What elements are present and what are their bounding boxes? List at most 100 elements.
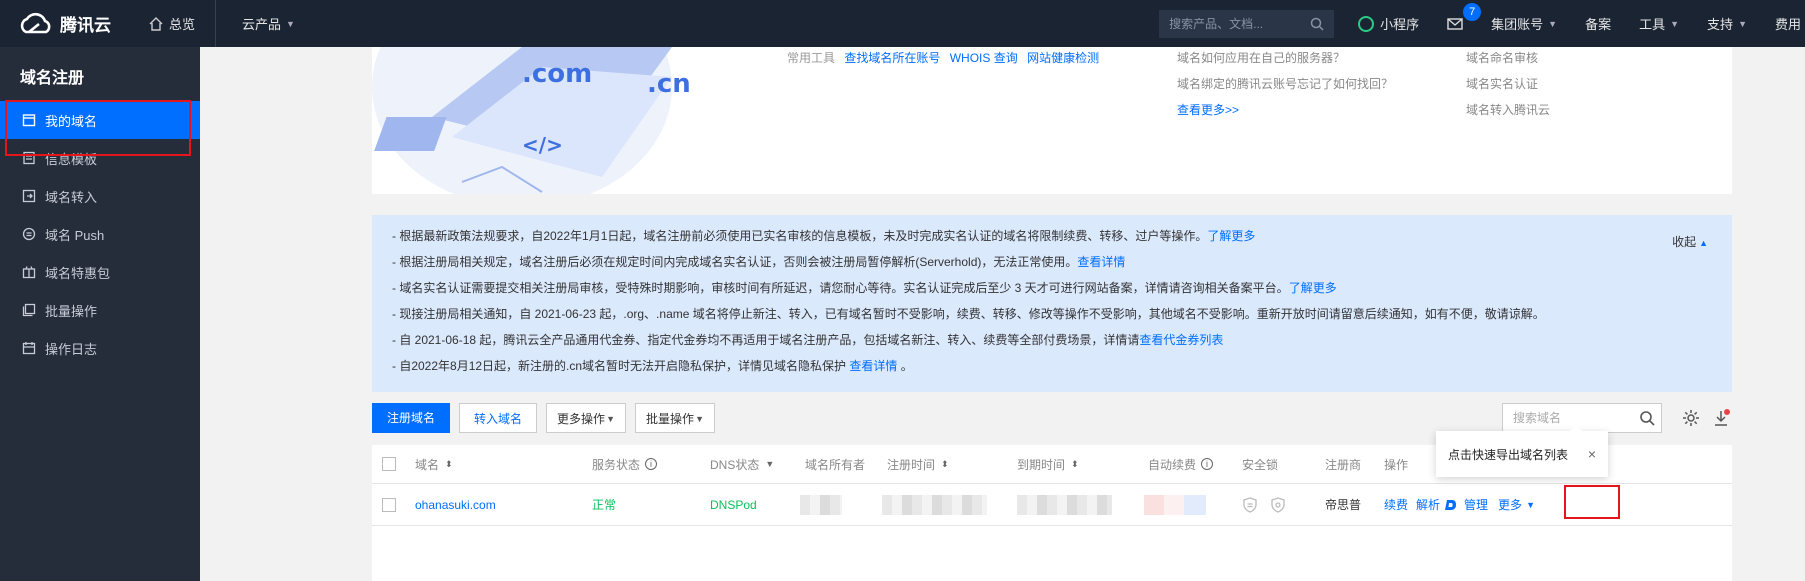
faq-item[interactable]: 域名命名审核 bbox=[1466, 47, 1550, 73]
domain-search-input[interactable]: 搜索域名 bbox=[1502, 403, 1662, 433]
filter-icon: ▼ bbox=[765, 459, 775, 469]
top-search-input[interactable]: 搜索产品、文档... bbox=[1159, 9, 1335, 38]
sidebar-item-label: 域名 Push bbox=[45, 227, 105, 243]
sidebar-item-transfer-in[interactable]: 域名转入 bbox=[0, 177, 200, 215]
batch-ops-label: 批量操作 bbox=[646, 412, 695, 426]
message-button[interactable]: 7 bbox=[1433, 0, 1482, 47]
faq-item[interactable]: 域名如何应用在自己的服务器？ bbox=[1177, 47, 1393, 73]
dns-text: DNSPod bbox=[710, 497, 757, 512]
record-link[interactable]: 备案 bbox=[1571, 0, 1625, 47]
faq-item[interactable]: 域名绑定的腾讯云账号忘记了如何找回？ bbox=[1177, 73, 1393, 99]
tool-find-domain-account[interactable]: 查找域名所在账号 bbox=[844, 51, 940, 65]
faq-list: 域名如何应用在自己的服务器？ 域名绑定的腾讯云账号忘记了如何找回？ 查看更多>> bbox=[1177, 47, 1393, 125]
faq-item[interactable]: 域名转入腾讯云 bbox=[1466, 99, 1550, 125]
sort-icon: ⬍ bbox=[941, 458, 949, 469]
domain-link[interactable]: ohanasuki.com bbox=[415, 498, 496, 512]
tooltip-text: 点击快速导出域名列表 bbox=[1448, 447, 1569, 462]
mail-icon bbox=[1447, 17, 1463, 30]
more-actions-label: 更多 bbox=[1498, 498, 1523, 512]
notice-link[interactable]: 了解更多 bbox=[1289, 281, 1337, 295]
renew-button[interactable]: 续费 bbox=[1384, 496, 1408, 513]
tools-menu[interactable]: 工具 ▼ bbox=[1625, 0, 1693, 47]
support-menu[interactable]: 支持 ▼ bbox=[1693, 0, 1761, 47]
sidebar-item-op-log[interactable]: 操作日志 bbox=[0, 329, 200, 367]
tool-site-health-check[interactable]: 网站健康检测 bbox=[1027, 51, 1099, 65]
sidebar-item-label: 操作日志 bbox=[45, 341, 98, 357]
fees-label: 费用 bbox=[1774, 17, 1801, 32]
download-button[interactable] bbox=[1712, 409, 1730, 427]
highlight-box-my-domains bbox=[5, 100, 191, 156]
home-icon bbox=[149, 16, 163, 31]
highlight-box-resolve bbox=[1564, 485, 1620, 519]
domain-illustration: .com .cn </> bbox=[372, 47, 691, 194]
notice-line: - 根据注册局相关规定，域名注册后必须在规定时间内完成域名实名认证，否则会被注册… bbox=[392, 249, 1712, 275]
notice-link[interactable]: 了解更多 bbox=[1207, 229, 1255, 243]
notice-text: - 自2022年8月12日起，新注册的.cn域名暂时无法开启隐私保护，详情见域名… bbox=[392, 359, 850, 373]
chevron-up-icon: ▲ bbox=[1699, 238, 1708, 248]
search-icon[interactable] bbox=[1639, 410, 1655, 426]
faq-item[interactable]: 域名实名认证 bbox=[1466, 73, 1550, 99]
chevron-down-icon: ▼ bbox=[1738, 18, 1747, 29]
chevron-down-icon: ▼ bbox=[1526, 499, 1535, 510]
notice-link[interactable]: 查看详情 bbox=[849, 359, 897, 373]
col-auto-renew: 自动续费 i bbox=[1148, 445, 1214, 483]
dnspod-icon bbox=[1445, 499, 1457, 510]
table-row: ohanasuki.com 正常 DNSPod 帝思普 续费 解析 管理 更多 bbox=[372, 484, 1732, 526]
col-actions: 操作 bbox=[1384, 445, 1408, 483]
shield-lock-icon[interactable] bbox=[1270, 496, 1286, 513]
transfer-domain-button[interactable]: 转入域名 bbox=[459, 403, 537, 433]
info-icon[interactable]: i bbox=[645, 458, 658, 470]
nav-products[interactable]: 云产品 ▼ bbox=[215, 0, 309, 47]
faq-more-link[interactable]: 查看更多>> bbox=[1177, 103, 1239, 117]
gear-icon[interactable] bbox=[1682, 409, 1700, 427]
col-dns-status[interactable]: DNS状态 ▼ bbox=[710, 445, 774, 483]
export-tooltip: 点击快速导出域名列表 × bbox=[1436, 425, 1608, 477]
group-account-menu[interactable]: 集团账号 ▼ bbox=[1477, 0, 1571, 47]
notice-link[interactable]: 查看代金券列表 bbox=[1139, 333, 1223, 347]
tool-whois-query[interactable]: WHOIS 查询 bbox=[950, 51, 1018, 65]
collapse-button[interactable]: 收起 ▲ bbox=[1672, 233, 1708, 250]
fees-menu[interactable]: 费用 bbox=[1761, 0, 1805, 47]
row-checkbox[interactable] bbox=[382, 497, 396, 512]
art-text-cn: .cn bbox=[647, 69, 691, 99]
sidebar-item-batch-ops[interactable]: 批量操作 bbox=[0, 291, 200, 329]
mini-program-link[interactable]: 小程序 bbox=[1344, 0, 1433, 47]
shield-icon[interactable] bbox=[1242, 496, 1258, 513]
support-label: 支持 bbox=[1707, 17, 1734, 32]
info-icon[interactable]: i bbox=[1201, 458, 1214, 470]
manage-button[interactable]: 管理 bbox=[1464, 496, 1488, 513]
security-lock-cell bbox=[1242, 484, 1298, 525]
close-icon[interactable]: × bbox=[1588, 446, 1596, 462]
nav-overview[interactable]: 总览 bbox=[135, 0, 209, 47]
col-status-label: 服务状态 bbox=[592, 457, 641, 472]
col-register-time[interactable]: 注册时间 ⬍ bbox=[887, 445, 949, 483]
domain-cell: ohanasuki.com bbox=[415, 484, 496, 525]
more-ops-dropdown[interactable]: 更多操作 ▼ bbox=[546, 403, 626, 433]
sort-icon: ⬍ bbox=[445, 458, 453, 469]
col-domain-label: 域名 bbox=[415, 457, 440, 472]
brand-logo[interactable]: 腾讯云 bbox=[0, 11, 135, 36]
batch-ops-dropdown[interactable]: 批量操作 ▼ bbox=[635, 403, 715, 433]
col-domain[interactable]: 域名 ⬍ bbox=[415, 445, 453, 483]
sidebar-item-domain-push[interactable]: 域名 Push bbox=[0, 215, 200, 253]
col-owner-label: 域名所有者 bbox=[805, 457, 866, 472]
register-domain-button[interactable]: 注册域名 bbox=[372, 403, 450, 433]
search-icon bbox=[1310, 17, 1324, 31]
more-actions-dropdown[interactable]: 更多 ▼ bbox=[1498, 496, 1535, 513]
redacted-owner bbox=[800, 494, 842, 515]
sidebar-item-label: 域名特惠包 bbox=[45, 265, 111, 281]
col-expire-label: 到期时间 bbox=[1017, 457, 1066, 472]
redacted-auto-renew bbox=[1144, 494, 1206, 515]
chevron-down-icon: ▼ bbox=[286, 18, 295, 29]
select-all-checkbox[interactable] bbox=[382, 457, 396, 471]
col-expire-time[interactable]: 到期时间 ⬍ bbox=[1017, 445, 1079, 483]
resolve-button[interactable]: 解析 bbox=[1416, 496, 1458, 513]
actions-cell: 续费 解析 管理 更多 ▼ bbox=[1384, 484, 1535, 525]
notice-text: - 根据最新政策法规要求，自2022年1月1日起，域名注册前必须使用已实名审核的… bbox=[392, 229, 1208, 243]
sidebar-title: 域名注册 bbox=[20, 70, 85, 87]
notice-link[interactable]: 查看详情 bbox=[1077, 255, 1125, 269]
registrar-cell: 帝思普 bbox=[1325, 484, 1361, 525]
notice-suffix: 。 bbox=[897, 359, 913, 373]
sidebar-item-special-package[interactable]: 域名特惠包 bbox=[0, 253, 200, 291]
col-registrar-label: 注册商 bbox=[1325, 457, 1362, 472]
